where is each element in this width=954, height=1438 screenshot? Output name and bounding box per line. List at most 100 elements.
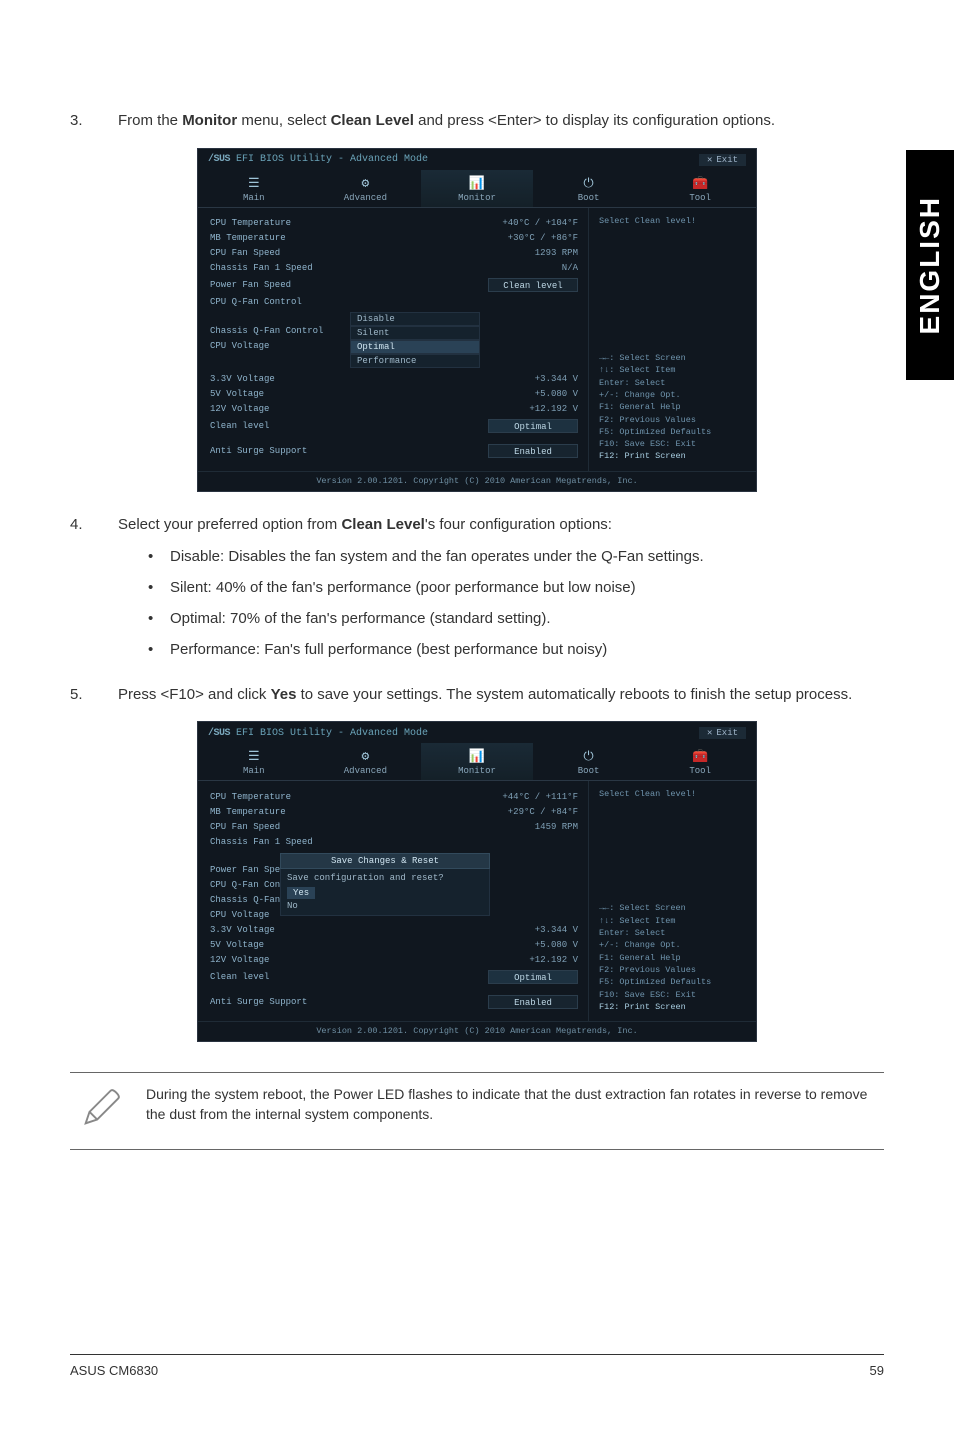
tab-advanced[interactable]: ⚙Advanced: [310, 170, 422, 207]
tab-boot[interactable]: ⏻Boot: [533, 170, 645, 207]
dd-disable[interactable]: Disable: [350, 312, 480, 326]
label: Power Fan Speed: [210, 280, 291, 290]
value: +29°C / +84°F: [508, 807, 578, 817]
bullet-silent: Silent: 40% of the fan's performance (po…: [148, 577, 884, 598]
text: menu, select: [237, 112, 330, 129]
bios-screenshot-2: /SUS EFI BIOS Utility - Advanced Mode ✕E…: [197, 721, 757, 1042]
hint: →←: Select Screen: [599, 352, 746, 364]
row-anti-surge[interactable]: Anti Surge SupportEnabled: [210, 992, 578, 1011]
bios-title-text: EFI BIOS Utility - Advanced Mode: [230, 154, 428, 165]
value-button[interactable]: Enabled: [488, 995, 578, 1009]
label: Clean level: [210, 972, 269, 982]
tab-label: Boot: [578, 193, 600, 203]
step-number: 3.: [70, 110, 90, 132]
value: +3.344 V: [535, 374, 578, 384]
bios-tabs: ☰Main ⚙Advanced 📊 Monitor ⏻Boot 🧰Tool: [198, 743, 756, 781]
step-text: Select your preferred option from Clean …: [118, 514, 884, 670]
value-button[interactable]: Optimal: [488, 419, 578, 433]
note-box: During the system reboot, the Power LED …: [70, 1072, 884, 1150]
exit-button[interactable]: ✕Exit: [699, 727, 746, 739]
label: CPU Temperature: [210, 792, 291, 802]
monitor-icon: 📊: [421, 176, 533, 191]
value-button[interactable]: Optimal: [488, 970, 578, 984]
tab-monitor[interactable]: 📊 Monitor: [421, 743, 533, 780]
row-clean-level[interactable]: Clean levelOptimal: [210, 417, 578, 436]
hint: →←: Select Screen: [599, 902, 746, 914]
bios-version: Version 2.00.1201. Copyright (C) 2010 Am…: [198, 471, 756, 491]
tab-tool[interactable]: 🧰Tool: [644, 170, 756, 207]
bios-screenshot-1: /SUS EFI BIOS Utility - Advanced Mode ✕E…: [197, 148, 757, 492]
clean-level-box[interactable]: Clean level: [488, 278, 578, 292]
tab-label: Monitor: [458, 193, 496, 203]
label: 3.3V Voltage: [210, 925, 275, 935]
exit-button[interactable]: ✕Exit: [699, 154, 746, 166]
label: Chassis Fan 1 Speed: [210, 837, 313, 847]
help-text: Select Clean level!: [599, 789, 746, 902]
step-4: 4. Select your preferred option from Cle…: [70, 514, 884, 670]
dialog-yes[interactable]: Yes: [287, 887, 315, 899]
pencil-icon: [78, 1085, 124, 1137]
tab-main[interactable]: ☰Main: [198, 743, 310, 780]
hint: +/-: Change Opt.: [599, 939, 746, 951]
monitor-icon: 📊: [421, 749, 533, 764]
exit-icon: ✕: [707, 728, 712, 738]
label: 5V Voltage: [210, 940, 264, 950]
tab-boot[interactable]: ⏻Boot: [533, 743, 645, 780]
hint: F5: Optimized Defaults: [599, 426, 746, 438]
bios-version: Version 2.00.1201. Copyright (C) 2010 Am…: [198, 1021, 756, 1041]
value: +40°C / +104°F: [502, 218, 578, 228]
tab-label: Monitor: [458, 766, 496, 776]
dd-silent[interactable]: Silent: [350, 326, 480, 340]
value: +5.080 V: [535, 940, 578, 950]
bullet-optimal: Optimal: 70% of the fan's performance (s…: [148, 608, 884, 629]
label: MB Temperature: [210, 807, 286, 817]
row-cpu-fan: CPU Fan Speed1293 RPM: [210, 246, 578, 261]
key-hints: →←: Select Screen ↑↓: Select Item Enter:…: [599, 902, 746, 1013]
label: CPU Q-Fan Control: [210, 297, 302, 307]
tab-tool[interactable]: 🧰Tool: [644, 743, 756, 780]
label: 5V Voltage: [210, 389, 264, 399]
label: 12V Voltage: [210, 404, 269, 414]
bullet-performance: Performance: Fan's full performance (bes…: [148, 639, 884, 660]
tab-label: Main: [243, 193, 265, 203]
row-anti-surge[interactable]: Anti Surge Support Enabled: [210, 442, 578, 461]
tab-advanced[interactable]: ⚙Advanced: [310, 743, 422, 780]
row-cpu-temp: CPU Temperature+44°C / +111°F: [210, 789, 578, 804]
power-icon: ⏻: [533, 749, 645, 764]
menu-name: Monitor: [182, 112, 237, 129]
label: 12V Voltage: [210, 955, 269, 965]
step-text: From the Monitor menu, select Clean Leve…: [118, 110, 884, 132]
label: CPU Temperature: [210, 218, 291, 228]
tab-label: Advanced: [344, 193, 387, 203]
dialog-title: Save Changes & Reset: [280, 853, 490, 869]
row-power-fan: Power Fan Speed Clean level: [210, 276, 578, 295]
clean-level-dropdown[interactable]: Disable Silent Optimal Performance: [350, 312, 480, 368]
button-name: Yes: [271, 686, 297, 703]
tab-main[interactable]: ☰ Main: [198, 170, 310, 207]
sidetab-label: ENGLISH: [914, 196, 946, 334]
list-icon: ☰: [198, 749, 310, 764]
value: 1459 RPM: [535, 822, 578, 832]
row-12v: 12V Voltage +12.192 V: [210, 952, 578, 967]
hint: F1: General Help: [599, 952, 746, 964]
tab-label: Advanced: [344, 766, 387, 776]
step-5: 5. Press <F10> and click Yes to save you…: [70, 684, 884, 706]
label: Anti Surge Support: [210, 446, 307, 456]
hint: F5: Optimized Defaults: [599, 976, 746, 988]
exit-label: Exit: [716, 155, 738, 165]
value: +12.192 V: [529, 955, 578, 965]
dialog-question: Save configuration and reset?: [287, 873, 483, 883]
value-button[interactable]: Enabled: [488, 444, 578, 458]
list-icon: ☰: [198, 176, 310, 191]
value: +30°C / +86°F: [508, 233, 578, 243]
help-text: Select Clean level!: [599, 216, 746, 352]
tab-monitor[interactable]: 📊 Monitor: [421, 170, 533, 207]
row-clean-level[interactable]: Clean level Optimal: [210, 967, 578, 986]
bullet-disable: Disable: Disables the fan system and the…: [148, 546, 884, 567]
hint: F2: Previous Values: [599, 414, 746, 426]
dd-performance[interactable]: Performance: [350, 354, 480, 368]
dd-optimal[interactable]: Optimal: [350, 340, 480, 354]
hint: ↑↓: Select Item: [599, 915, 746, 927]
dialog-no[interactable]: No: [287, 901, 298, 911]
footer-product: ASUS CM6830: [70, 1363, 158, 1378]
